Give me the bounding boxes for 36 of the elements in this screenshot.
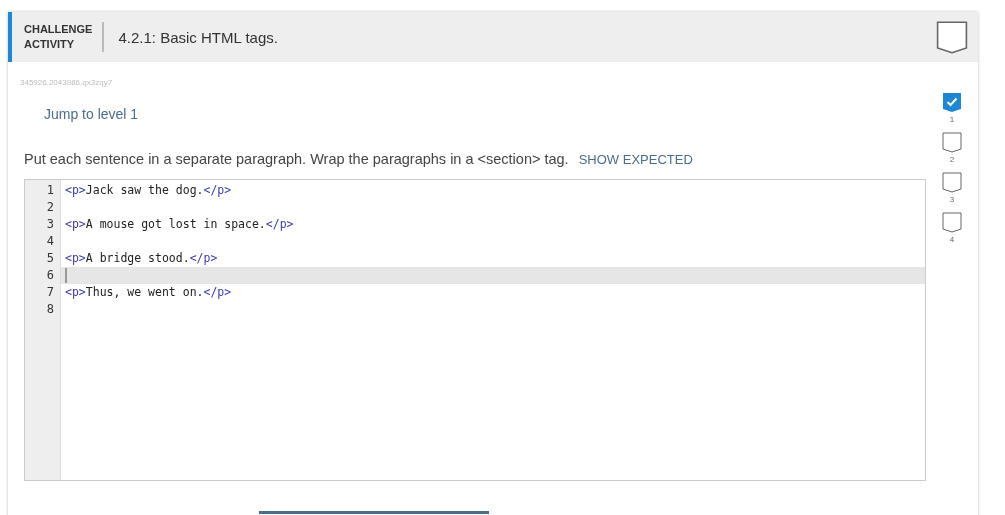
challenge-activity-label: CHALLENGE ACTIVITY: [24, 22, 105, 52]
activity-id: 345926.2043986.qx3zqy7: [20, 78, 114, 87]
level-number: 4: [949, 235, 955, 244]
level-shield-icon[interactable]: [942, 212, 962, 233]
html-tag: <p>: [65, 250, 86, 267]
level-number: 1: [949, 115, 955, 124]
jump-to-level-link[interactable]: Jump to level 1: [44, 106, 139, 122]
level-number: 3: [949, 195, 955, 204]
html-tag: </p>: [203, 284, 232, 301]
line-number: 4: [45, 233, 55, 250]
html-tag: <p>: [65, 284, 86, 301]
code-text: Thus, we went on.: [85, 284, 204, 301]
html-tag: </p>: [203, 182, 232, 199]
code-text: A mouse got lost in space.: [85, 216, 266, 233]
html-tag: <p>: [65, 216, 86, 233]
level-shield-icon[interactable]: [942, 132, 962, 153]
level-checkmark-icon[interactable]: [942, 92, 962, 113]
line-number: 2: [45, 199, 55, 216]
level-shield-icon[interactable]: [942, 172, 962, 193]
activity-title: 4.2.1: Basic HTML tags.: [118, 28, 279, 46]
level-number: 2: [949, 155, 955, 164]
line-number: 7: [45, 284, 55, 301]
html-tag: </p>: [189, 250, 218, 267]
line-number: 6: [45, 267, 55, 284]
html-tag: <p>: [65, 182, 86, 199]
code-text: Jack saw the dog.: [85, 182, 204, 199]
html-tag: </p>: [265, 216, 294, 233]
text-cursor: [65, 268, 67, 283]
line-number: 1: [45, 182, 55, 199]
code-editor[interactable]: 1 2 3 4 5 6 7 8 <p>Jack saw the dog.</p> <p>A mouse got lost in space.</p> <p>A bridge stood.</p> <p>Thus, we went on.</p>: [24, 179, 926, 481]
code-text: A bridge stood.: [85, 250, 190, 267]
line-number: 5: [45, 250, 55, 267]
instructions: Put each sentence in a separate paragraph. Wrap the paragraphs in a <section> tag.: [24, 151, 569, 167]
show-expected-link[interactable]: SHOW EXPECTED: [578, 152, 693, 167]
line-number: 8: [45, 301, 55, 318]
line-number: 3: [45, 216, 55, 233]
